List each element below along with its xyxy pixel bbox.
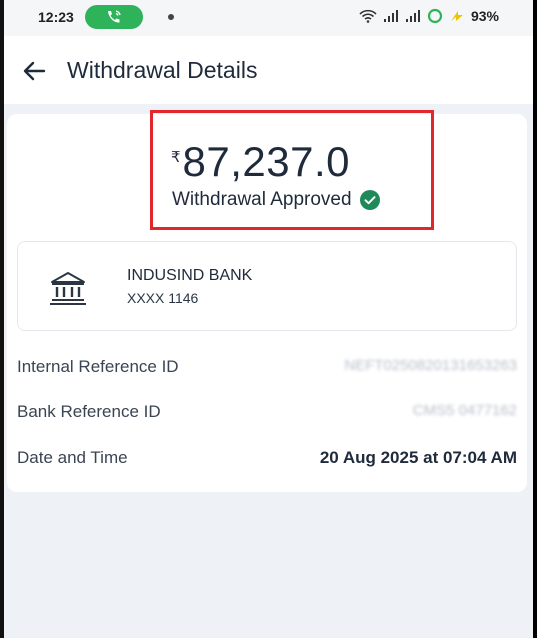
amount-display: ₹ 87,237.0 <box>171 138 350 186</box>
detail-value: NEFT0250820131653263 <box>344 357 517 374</box>
status-bar: 12:23 93% <box>4 0 533 36</box>
detail-row-bank-reference: Bank Reference ID CMS5 0477162 <box>17 400 517 424</box>
status-icons: 93% <box>359 8 499 24</box>
battery-percent: 93% <box>470 8 499 24</box>
detail-value: 20 Aug 2025 at 07:04 AM <box>319 448 517 467</box>
ongoing-call-pill[interactable] <box>85 5 143 29</box>
status-time: 12:23 <box>38 9 74 25</box>
detail-row-date-time: Date and Time 20 Aug 2025 at 07:04 AM <box>17 446 517 470</box>
detail-label: Internal Reference ID <box>17 357 179 376</box>
page-title: Withdrawal Details <box>67 57 258 83</box>
notification-dot <box>168 14 174 20</box>
withdrawal-status: Withdrawal Approved <box>172 189 380 211</box>
detail-label: Date and Time <box>17 448 128 467</box>
check-circle-icon <box>359 190 380 210</box>
bank-account-number: XXXX 1146 <box>127 290 199 306</box>
bank-name: INDUSIND BANK <box>127 267 253 284</box>
currency-symbol: ₹ <box>171 149 181 166</box>
bank-account-card: INDUSIND BANK XXXX 1146 <box>17 241 517 331</box>
app-screen: 12:23 93% Withdrawal Details ₹ 87,237.0 … <box>4 0 533 638</box>
back-arrow-icon[interactable] <box>22 58 48 84</box>
wifi-icon <box>359 9 377 23</box>
status-text: Withdrawal Approved <box>172 189 352 210</box>
signal-icon <box>383 10 398 22</box>
detail-row-internal-reference: Internal Reference ID NEFT02508201316532… <box>17 355 517 379</box>
withdrawal-card: ₹ 87,237.0 Withdrawal Approved INDUSIND … <box>7 110 527 492</box>
bank-icon <box>50 272 86 305</box>
withdrawal-amount: 87,237.0 <box>182 138 351 185</box>
app-header: Withdrawal Details <box>4 36 533 104</box>
ring-icon <box>427 8 443 24</box>
phone-icon <box>108 10 121 23</box>
detail-value: CMS5 0477162 <box>412 402 517 419</box>
charging-icon <box>450 11 463 21</box>
signal-icon <box>405 10 420 22</box>
detail-label: Bank Reference ID <box>17 402 161 421</box>
